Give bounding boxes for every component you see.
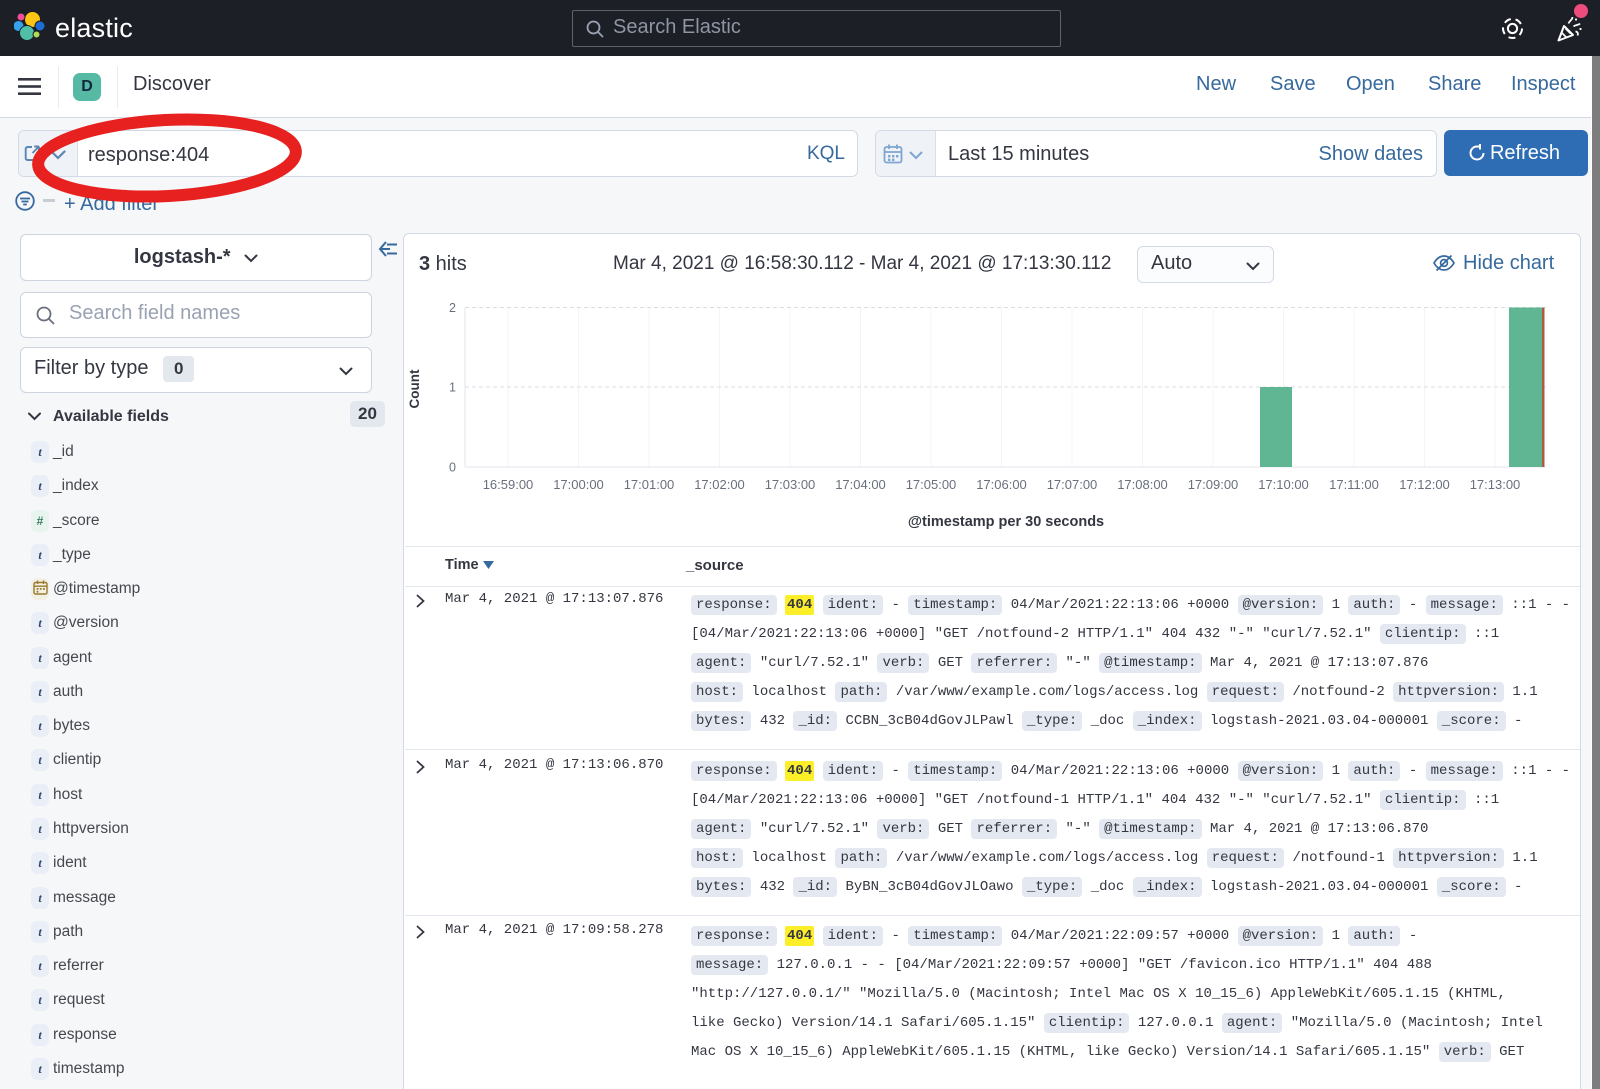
svg-text:17:03:00: 17:03:00 [765, 477, 816, 492]
svg-text:17:00:00: 17:00:00 [553, 477, 604, 492]
svg-text:17:07:00: 17:07:00 [1047, 477, 1098, 492]
svg-text:2: 2 [449, 301, 456, 315]
svg-text:1: 1 [449, 381, 456, 395]
svg-text:17:10:00: 17:10:00 [1258, 477, 1309, 492]
svg-text:17:13:00: 17:13:00 [1470, 477, 1521, 492]
svg-text:17:12:00: 17:12:00 [1399, 477, 1450, 492]
svg-text:17:06:00: 17:06:00 [976, 477, 1027, 492]
svg-text:0: 0 [449, 461, 456, 475]
svg-text:17:04:00: 17:04:00 [835, 477, 886, 492]
svg-text:17:09:00: 17:09:00 [1188, 477, 1239, 492]
svg-text:17:01:00: 17:01:00 [624, 477, 675, 492]
svg-text:17:02:00: 17:02:00 [694, 477, 745, 492]
svg-text:@timestamp per 30 seconds: @timestamp per 30 seconds [908, 514, 1104, 530]
svg-text:Count: Count [407, 369, 422, 408]
svg-text:17:11:00: 17:11:00 [1329, 477, 1379, 492]
svg-text:17:05:00: 17:05:00 [906, 477, 957, 492]
svg-text:16:59:00: 16:59:00 [483, 477, 534, 492]
svg-text:17:08:00: 17:08:00 [1117, 477, 1168, 492]
